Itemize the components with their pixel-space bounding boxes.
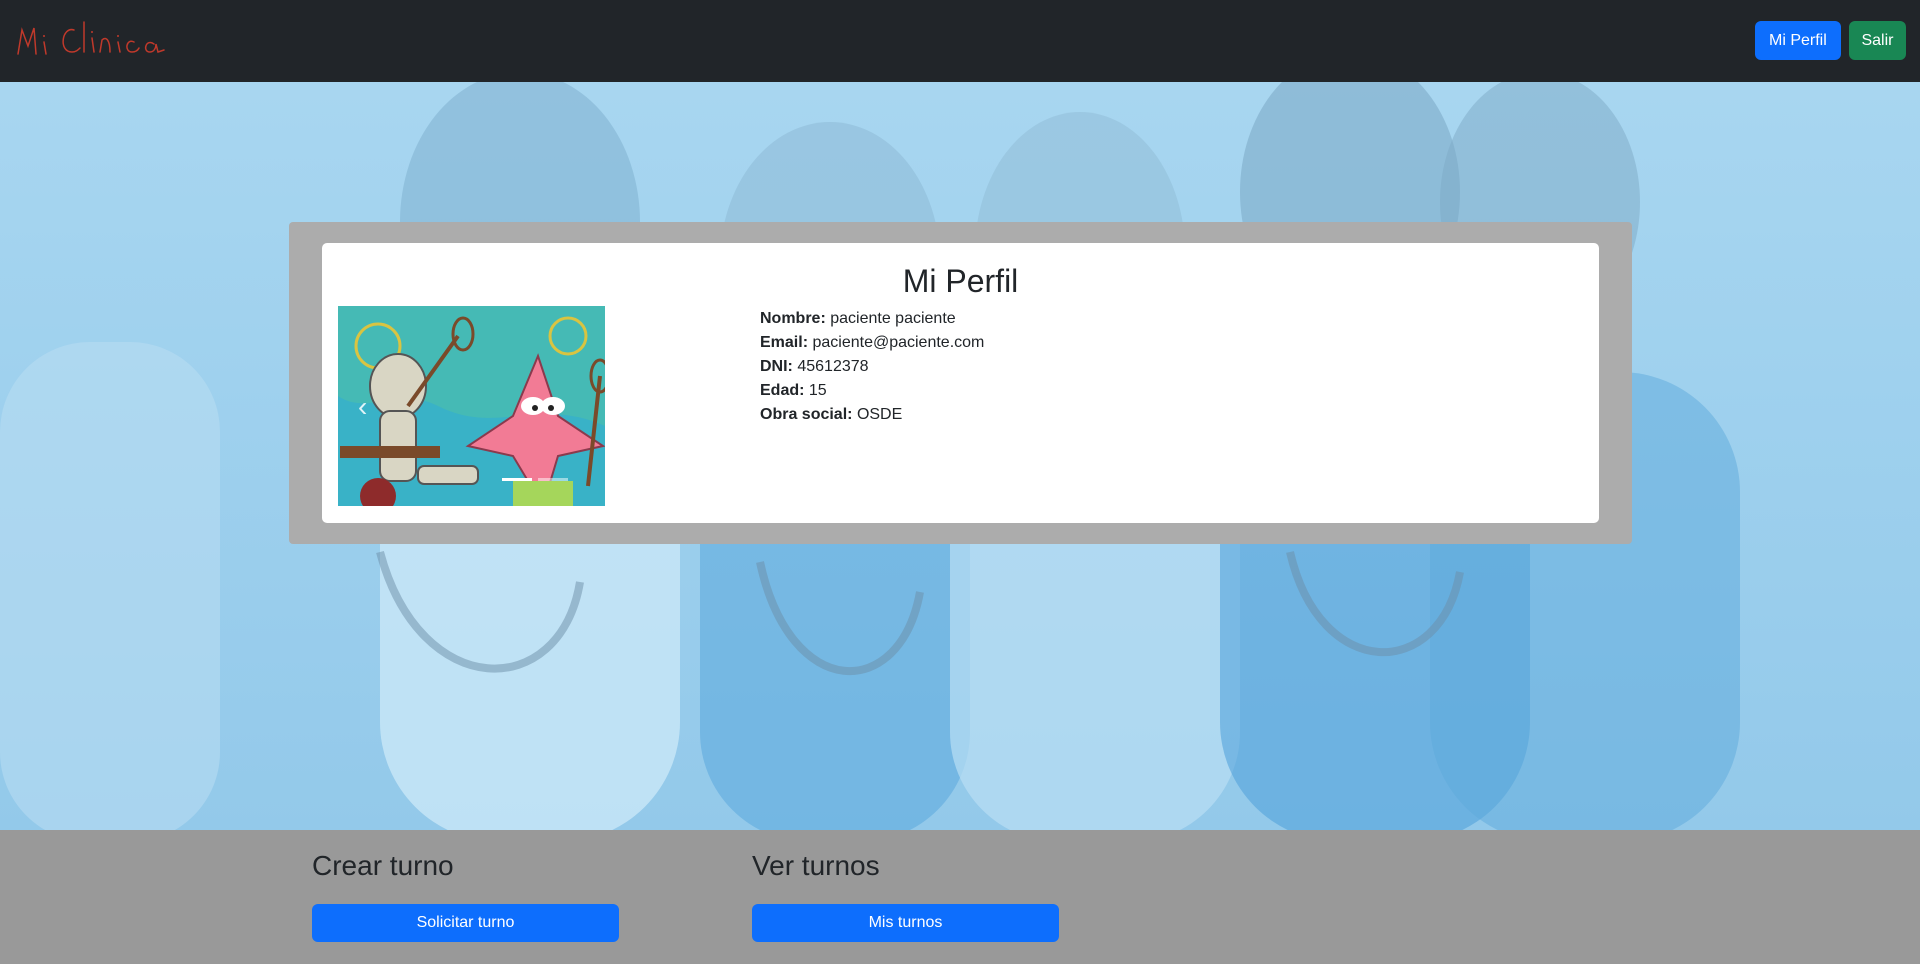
- profile-title: Mi Perfil: [902, 263, 1019, 299]
- profile-button[interactable]: Mi Perfil: [1755, 21, 1841, 60]
- field-value: 45612378: [797, 358, 869, 375]
- field-value: 15: [808, 382, 827, 399]
- field-value: paciente paciente: [830, 310, 956, 327]
- request-appointment-button[interactable]: Solicitar turno: [312, 904, 619, 942]
- field-label: DNI:: [760, 358, 793, 375]
- view-appointments-heading: Ver turnos: [752, 850, 880, 881]
- carousel-indicator[interactable]: [502, 478, 532, 481]
- field-label: Edad:: [760, 382, 805, 399]
- profile-card: Mi Perfil ‹ Nombre: paciente paciente Em…: [322, 243, 1599, 523]
- field-value: paciente@paciente.com: [812, 334, 985, 351]
- carousel-prev-icon[interactable]: ‹: [358, 391, 367, 423]
- profile-cartoon-image: [338, 306, 605, 506]
- create-appointment-panel: Crear turno Solicitar turno: [312, 850, 619, 942]
- field-label: Email:: [760, 334, 809, 351]
- carousel-indicator[interactable]: [538, 478, 568, 481]
- my-appointments-button[interactable]: Mis turnos: [752, 904, 1059, 942]
- profile-field-dni: DNI: 45612378: [760, 355, 984, 379]
- view-appointments-panel: Ver turnos Mis turnos: [752, 850, 1059, 942]
- profile-field-age: Edad: 15: [760, 379, 984, 403]
- brand-logo-handwriting: [17, 21, 165, 55]
- actions-section: Crear turno Solicitar turno Ver turnos M…: [0, 830, 1920, 964]
- field-label: Nombre:: [760, 310, 826, 327]
- field-value: OSDE: [856, 406, 903, 423]
- navbar: Mi Perfil Salir: [0, 0, 1920, 82]
- create-appointment-heading: Crear turno: [312, 850, 454, 881]
- profile-field-name: Nombre: paciente paciente: [760, 307, 984, 331]
- carousel-indicators: [502, 478, 568, 481]
- profile-field-insurance: Obra social: OSDE: [760, 403, 984, 427]
- profile-field-email: Email: paciente@paciente.com: [760, 331, 984, 355]
- brand-logo[interactable]: [10, 8, 170, 68]
- profile-image-carousel[interactable]: ‹: [338, 306, 605, 506]
- logout-button[interactable]: Salir: [1849, 21, 1906, 60]
- profile-info: Nombre: paciente paciente Email: pacient…: [760, 307, 984, 427]
- field-label: Obra social:: [760, 406, 853, 423]
